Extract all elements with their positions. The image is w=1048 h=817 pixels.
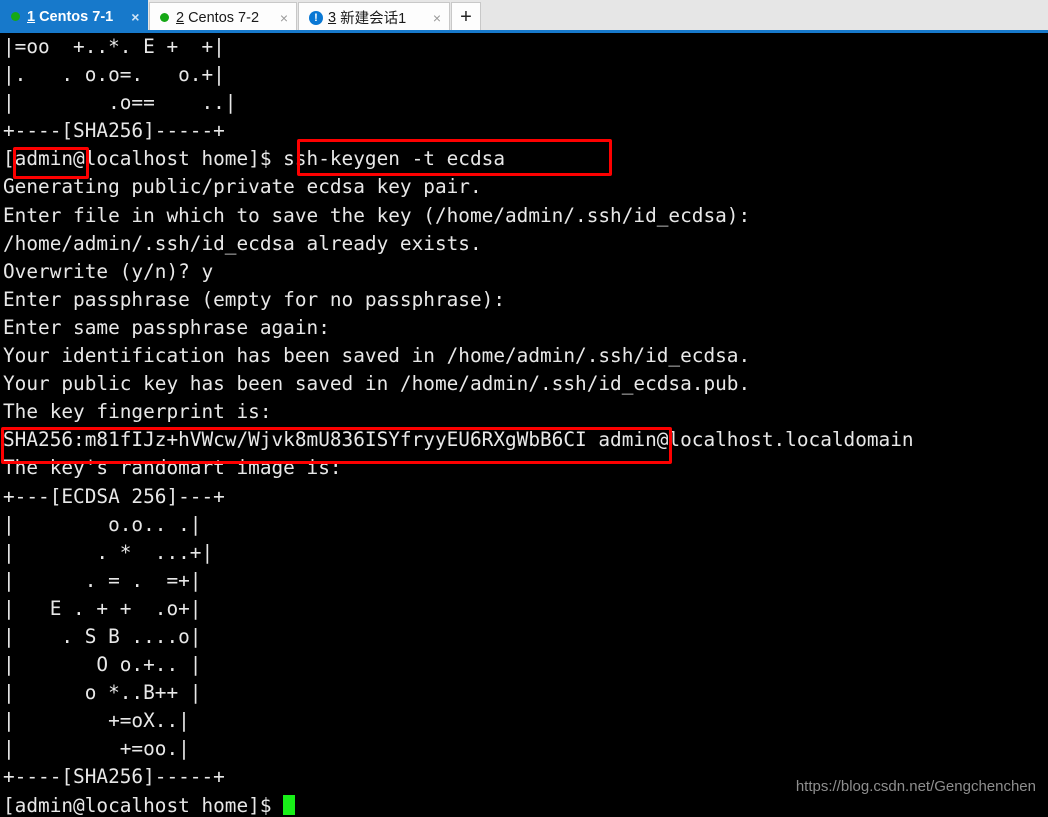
tab-label: Centos 7-2 — [188, 9, 260, 26]
tab-index: 2 — [176, 9, 185, 26]
terminal-line: The key's randomart image is: — [3, 456, 342, 480]
terminal-line: [admin@localhost home]$ — [3, 792, 1048, 817]
tab-index: 3 — [328, 9, 337, 26]
close-icon[interactable]: × — [129, 9, 141, 25]
terminal-line: |=oo +..*. E + +| — [3, 35, 225, 58]
terminal-line: [admin@localhost home]$ ssh-keygen -t ec… — [3, 147, 505, 171]
watermark-url: https://blog.csdn.net/Gengchenchen — [795, 778, 1036, 795]
new-tab-button[interactable]: + — [451, 2, 481, 32]
terminal-line: | +=oo.| — [3, 737, 190, 761]
terminal-line: +----[SHA256]-----+ — [3, 119, 225, 143]
terminal-text: |=oo +..*. E + +| |. . o.o=. o.+| | .o== .… — [3, 33, 1048, 817]
terminal-cursor — [283, 794, 296, 815]
terminal-line: Your public key has been saved in /home/… — [3, 372, 751, 396]
terminal-line: | o.o.. .| — [3, 512, 202, 536]
terminal-line: /home/admin/.ssh/id_ecdsa already exists… — [3, 231, 482, 255]
tab-label: 新建会话1 — [340, 11, 407, 27]
terminal-line: | E . + + .o+| — [3, 596, 202, 620]
terminal-line: | . S B ....o| — [3, 624, 202, 648]
tab-bar: 1 Centos 7-1 × 2 Centos 7-2 × ! 3 新建会话1 … — [0, 0, 1048, 32]
terminal-output-area[interactable]: |=oo +..*. E + +| |. . o.o=. o.+| | .o== .… — [0, 33, 1048, 817]
terminal-line: | .o== ..| — [3, 91, 237, 115]
terminal-line: | . = . =+| — [3, 568, 202, 592]
tab-label: Centos 7-1 — [39, 8, 114, 25]
terminal-line: | +=oX..| — [3, 709, 190, 733]
terminal-line: Enter same passphrase again: — [3, 315, 330, 339]
close-icon[interactable]: × — [431, 10, 443, 26]
terminal-line: The key fingerprint is: — [3, 400, 272, 424]
terminal-line: Overwrite (y/n)? y — [3, 259, 214, 283]
terminal-line: +---[ECDSA 256]---+ — [3, 484, 225, 508]
terminal-line: |. . o.o=. o.+| — [3, 63, 225, 87]
terminal-line: Enter passphrase (empty for no passphras… — [3, 287, 505, 311]
tab-new-session-1[interactable]: ! 3 新建会话1 × — [298, 2, 450, 32]
tab-index: 1 — [27, 8, 36, 25]
terminal-line: Your identification has been saved in /h… — [3, 344, 751, 368]
terminal-line: | . * ...+| — [3, 540, 214, 564]
tab-centos-7-1[interactable]: 1 Centos 7-1 × — [0, 0, 148, 32]
terminal-line: Enter file in which to save the key (/ho… — [3, 203, 751, 227]
info-alert-icon: ! — [309, 10, 323, 25]
tab-centos-7-2[interactable]: 2 Centos 7-2 × — [149, 2, 297, 32]
terminal-line: | o *..B++ | — [3, 681, 202, 705]
terminal-line: Generating public/private ecdsa key pair… — [3, 175, 482, 199]
terminal-line: SHA256:m81fIJz+hVWcw/Wjvk8mU836ISYfryyEU… — [3, 428, 914, 452]
terminal-line: | O o.+.. | — [3, 653, 202, 677]
close-icon[interactable]: × — [278, 10, 290, 26]
green-dot-icon — [11, 12, 20, 21]
green-dot-icon — [160, 13, 169, 22]
